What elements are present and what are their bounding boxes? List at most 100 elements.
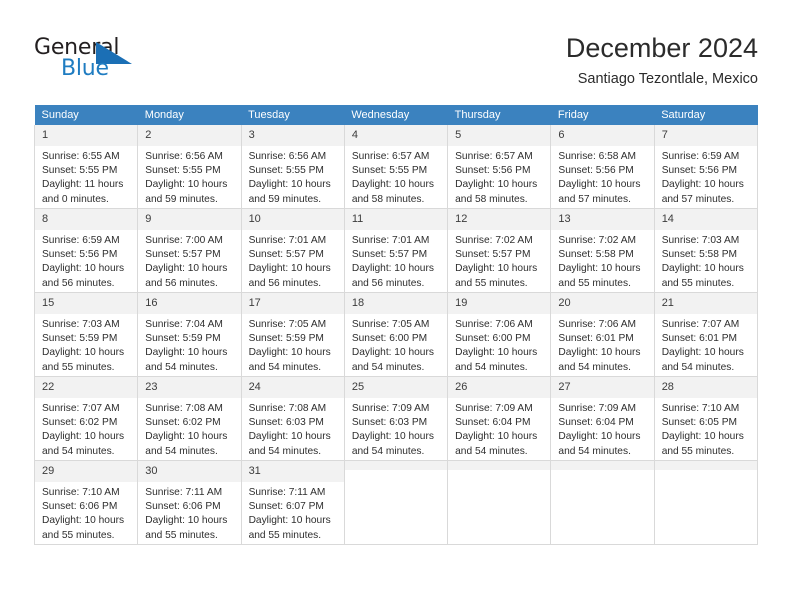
calendar-day-cell[interactable]: 3 Sunrise: 6:56 AM Sunset: 5:55 PM Daylight… [240,125,345,209]
calendar-day-cell[interactable]: 31 Sunrise: 7:11 AM Sunset: 6:07 PM Dayligh… [240,460,345,545]
calendar-table: Sunday Monday Tuesday Wednesday Thursday… [33,105,759,545]
sunrise-time: Sunrise: 7:02 AM [558,235,636,246]
general-blue-logo[interactable]: General Blue [34,36,164,84]
calendar-day-cell[interactable]: 27 Sunrise: 7:09 AM Sunset: 6:04 PM Dayligh… [550,376,655,461]
sunset-time: Sunset: 5:55 PM [42,165,118,177]
calendar-body: 1 Sunrise: 6:55 AM Sunset: 5:55 PM Daylight… [33,125,759,545]
day-number [654,461,757,470]
sunset-time: Sunset: 6:01 PM [661,333,738,345]
calendar-day-cell[interactable]: 15 Sunrise: 7:03 AM Sunset: 5:59 PM Dayligh… [33,292,139,377]
sunrise-time: Sunrise: 7:05 AM [351,319,430,330]
day-cell-inner: 5 Sunrise: 6:57 AM Sunset: 5:56 PM Daylight… [448,125,551,208]
day-details: Sunrise: 6:58 AM Sunset: 5:56 PM Daylight:… [551,146,653,207]
day-details: Sunrise: 7:06 AM Sunset: 6:01 PM Daylight:… [551,314,653,375]
calendar-day-cell[interactable]: 8 Sunrise: 6:59 AM Sunset: 5:56 PM Daylight… [33,208,139,293]
sunrise-time: Sunrise: 6:57 AM [455,151,533,162]
day-cell-inner [654,461,757,544]
sunset-time: Sunset: 6:03 PM [351,417,428,429]
day-number: 3 [241,125,344,146]
sunset-time: Sunset: 6:04 PM [558,417,634,429]
day-cell-inner: 10 Sunrise: 7:01 AM Sunset: 5:57 PM Dayligh… [241,209,344,292]
day-cell-inner: 17 Sunrise: 7:05 AM Sunset: 5:59 PM Dayligh… [241,293,344,376]
day-number: 12 [448,209,551,230]
calendar-day-cell[interactable]: 16 Sunrise: 7:04 AM Sunset: 5:59 PM Dayligh… [137,292,242,377]
calendar-day-cell[interactable]: 19 Sunrise: 7:06 AM Sunset: 6:00 PM Dayligh… [447,292,552,377]
daylight-duration-line2: and 54 minutes. [145,445,218,457]
day-details: Sunrise: 7:09 AM Sunset: 6:04 PM Daylight:… [551,398,653,459]
calendar-day-cell[interactable]: 13 Sunrise: 7:02 AM Sunset: 5:58 PM Dayligh… [550,208,655,293]
calendar-day-cell[interactable]: 23 Sunrise: 7:08 AM Sunset: 6:02 PM Dayligh… [137,376,242,461]
daylight-duration-line2: and 0 minutes. [42,193,109,205]
sunrise-time: Sunrise: 7:06 AM [455,319,533,330]
day-cell-inner: 11 Sunrise: 7:01 AM Sunset: 5:57 PM Dayligh… [344,209,448,292]
day-details: Sunrise: 6:56 AM Sunset: 5:55 PM Daylight:… [138,146,240,207]
daylight-duration-line1: Daylight: 10 hours [455,263,538,275]
day-details: Sunrise: 6:55 AM Sunset: 5:55 PM Daylight:… [35,146,137,207]
daylight-duration-line2: and 54 minutes. [351,445,425,457]
weekday-header-row: Sunday Monday Tuesday Wednesday Thursday… [34,105,758,125]
calendar-day-cell[interactable]: 6 Sunrise: 6:58 AM Sunset: 5:56 PM Daylight… [550,125,655,209]
sunrise-time: Sunrise: 7:02 AM [455,235,533,246]
calendar-day-cell[interactable]: 7 Sunrise: 6:59 AM Sunset: 5:56 PM Daylight… [653,125,759,209]
daylight-duration-line1: Daylight: 10 hours [145,179,228,191]
daylight-duration-line2: and 56 minutes. [248,277,322,289]
sunset-time: Sunset: 5:59 PM [145,333,221,345]
sunrise-time: Sunrise: 7:06 AM [558,319,636,330]
day-number: 10 [241,209,344,230]
calendar-day-cell[interactable]: 21 Sunrise: 7:07 AM Sunset: 6:01 PM Dayligh… [653,292,759,377]
calendar-day-cell[interactable]: 30 Sunrise: 7:11 AM Sunset: 6:06 PM Dayligh… [137,460,242,545]
calendar-day-cell[interactable]: 5 Sunrise: 6:57 AM Sunset: 5:56 PM Daylight… [447,125,552,209]
sunset-time: Sunset: 5:55 PM [351,165,428,177]
sunset-time: Sunset: 5:57 PM [248,249,324,261]
calendar-day-cell-empty [343,460,449,545]
calendar-day-cell[interactable]: 14 Sunrise: 7:03 AM Sunset: 5:58 PM Dayligh… [653,208,759,293]
sunrise-time: Sunrise: 7:11 AM [145,487,223,498]
day-details: Sunrise: 7:05 AM Sunset: 6:00 PM Daylight:… [345,314,447,375]
day-cell-inner: 29 Sunrise: 7:10 AM Sunset: 6:06 PM Dayligh… [35,461,138,544]
calendar-day-cell[interactable]: 18 Sunrise: 7:05 AM Sunset: 6:00 PM Dayligh… [343,292,449,377]
calendar-day-cell[interactable]: 24 Sunrise: 7:08 AM Sunset: 6:03 PM Dayligh… [240,376,345,461]
daylight-duration-line2: and 54 minutes. [455,361,528,373]
calendar-day-cell[interactable]: 12 Sunrise: 7:02 AM Sunset: 5:57 PM Dayligh… [447,208,552,293]
sunset-time: Sunset: 6:03 PM [248,417,324,429]
calendar-day-cell[interactable]: 22 Sunrise: 7:07 AM Sunset: 6:02 PM Dayligh… [33,376,139,461]
daylight-duration-line1: Daylight: 10 hours [558,431,641,443]
calendar-day-cell[interactable]: 25 Sunrise: 7:09 AM Sunset: 6:03 PM Dayligh… [343,376,449,461]
sunrise-time: Sunrise: 7:01 AM [351,235,430,246]
day-number: 29 [35,461,138,482]
calendar-day-cell[interactable]: 1 Sunrise: 6:55 AM Sunset: 5:55 PM Daylight… [33,125,139,209]
day-details: Sunrise: 6:59 AM Sunset: 5:56 PM Daylight:… [35,230,137,291]
calendar-day-cell[interactable]: 4 Sunrise: 6:57 AM Sunset: 5:55 PM Daylight… [343,125,449,209]
day-cell-inner: 14 Sunrise: 7:03 AM Sunset: 5:58 PM Dayligh… [654,209,757,292]
calendar-day-cell[interactable]: 29 Sunrise: 7:10 AM Sunset: 6:06 PM Dayligh… [33,460,139,545]
day-cell-inner: 6 Sunrise: 6:58 AM Sunset: 5:56 PM Daylight… [551,125,654,208]
calendar-day-cell[interactable]: 17 Sunrise: 7:05 AM Sunset: 5:59 PM Dayligh… [240,292,345,377]
calendar-day-cell[interactable]: 10 Sunrise: 7:01 AM Sunset: 5:57 PM Dayligh… [240,208,345,293]
sunset-time: Sunset: 6:05 PM [661,417,738,429]
calendar-day-cell[interactable]: 20 Sunrise: 7:06 AM Sunset: 6:01 PM Dayligh… [550,292,655,377]
page-header: General Blue December 2024 Santiago Tezo… [0,0,792,100]
daylight-duration-line1: Daylight: 10 hours [145,347,228,359]
day-details: Sunrise: 6:57 AM Sunset: 5:55 PM Daylight:… [345,146,447,207]
daylight-duration-line2: and 56 minutes. [145,277,218,289]
calendar-week-row: 15 Sunrise: 7:03 AM Sunset: 5:59 PM Dayligh… [33,292,759,377]
calendar-day-cell[interactable]: 9 Sunrise: 7:00 AM Sunset: 5:57 PM Daylight… [137,208,242,293]
sunset-time: Sunset: 6:06 PM [42,501,118,513]
daylight-duration-line1: Daylight: 10 hours [248,515,331,527]
day-details: Sunrise: 7:04 AM Sunset: 5:59 PM Daylight:… [138,314,240,375]
calendar-day-cell[interactable]: 26 Sunrise: 7:09 AM Sunset: 6:04 PM Dayligh… [447,376,552,461]
day-cell-inner [551,461,654,544]
day-cell-inner: 12 Sunrise: 7:02 AM Sunset: 5:57 PM Dayligh… [448,209,551,292]
calendar-day-cell[interactable]: 11 Sunrise: 7:01 AM Sunset: 5:57 PM Dayligh… [343,208,449,293]
calendar-day-cell[interactable]: 2 Sunrise: 6:56 AM Sunset: 5:55 PM Daylight… [137,125,242,209]
day-details: Sunrise: 7:11 AM Sunset: 6:07 PM Daylight:… [242,482,344,543]
daylight-duration-line1: Daylight: 10 hours [42,263,125,275]
weekday-header-tuesday: Tuesday [241,105,345,125]
sunrise-time: Sunrise: 7:03 AM [661,235,740,246]
day-details: Sunrise: 7:07 AM Sunset: 6:02 PM Daylight:… [35,398,137,459]
sunrise-time: Sunrise: 7:04 AM [145,319,223,330]
day-cell-inner: 28 Sunrise: 7:10 AM Sunset: 6:05 PM Dayligh… [654,377,757,460]
calendar-day-cell[interactable]: 28 Sunrise: 7:10 AM Sunset: 6:05 PM Dayligh… [653,376,759,461]
daylight-duration-line2: and 56 minutes. [42,277,115,289]
day-number: 21 [654,293,757,314]
